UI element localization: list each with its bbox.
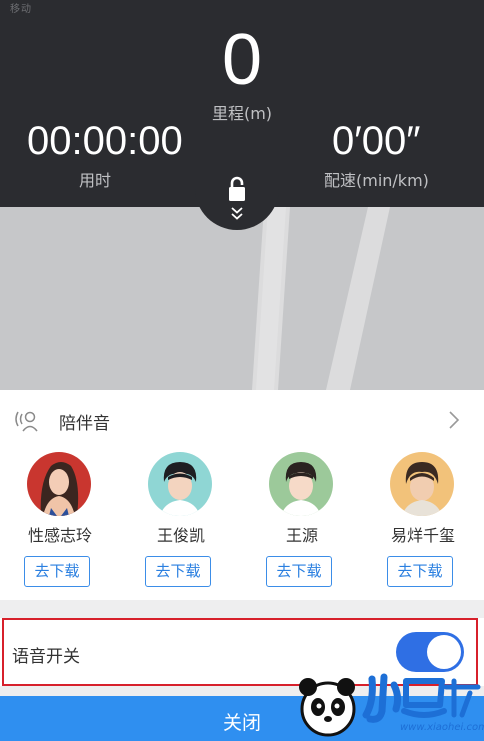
- carrier-label: 移动: [10, 4, 32, 15]
- chevron-right-icon[interactable]: [448, 410, 460, 430]
- download-button[interactable]: 去下载: [24, 556, 90, 587]
- companion-sound-header[interactable]: 陪伴音: [0, 392, 484, 448]
- voice-name: 易烊千玺: [390, 526, 455, 545]
- lock-icon: [229, 176, 245, 201]
- duration-value: 00:00:00: [27, 119, 183, 163]
- avatar: [148, 452, 212, 516]
- voice-name: 王源: [285, 526, 318, 545]
- avatar: [269, 452, 333, 516]
- voice-switch-label: 语音开关: [12, 647, 80, 667]
- voice-person-icon: [15, 411, 38, 432]
- watermark-url: www.xiaohei.com: [400, 722, 484, 733]
- section-divider: [0, 600, 484, 618]
- lock-toggle[interactable]: [195, 150, 279, 230]
- voice-item-yiyangqianxi[interactable]: 易烊千玺 去下载: [363, 448, 483, 598]
- voice-list: 性感志玲 去下载 王俊凯 去下载 王源 去下载 易烊千玺 去下载: [0, 448, 484, 598]
- duration-label: 用时: [78, 171, 111, 190]
- pace-value: 0′00″: [332, 119, 421, 163]
- download-button[interactable]: 去下载: [266, 556, 332, 587]
- voice-switch-toggle[interactable]: [396, 632, 464, 672]
- avatar: [27, 452, 91, 516]
- voice-item-zhiling[interactable]: 性感志玲 去下载: [0, 448, 120, 598]
- route-map[interactable]: [0, 207, 484, 390]
- voice-item-wangjunkai[interactable]: 王俊凯 去下载: [121, 448, 241, 598]
- voice-name: 王俊凯: [156, 526, 205, 545]
- voice-item-wangyuan[interactable]: 王源 去下载: [242, 448, 362, 598]
- download-button[interactable]: 去下载: [145, 556, 211, 587]
- download-button[interactable]: 去下载: [387, 556, 453, 587]
- toggle-knob: [427, 635, 461, 669]
- voice-name: 性感志玲: [27, 526, 92, 545]
- pace-label: 配速(min/km): [324, 171, 429, 190]
- map-roads: [252, 207, 390, 390]
- avatar: [390, 452, 454, 516]
- companion-title: 陪伴音: [59, 414, 110, 434]
- double-chevron-down-icon: [231, 207, 243, 220]
- distance-value: 0: [221, 20, 263, 100]
